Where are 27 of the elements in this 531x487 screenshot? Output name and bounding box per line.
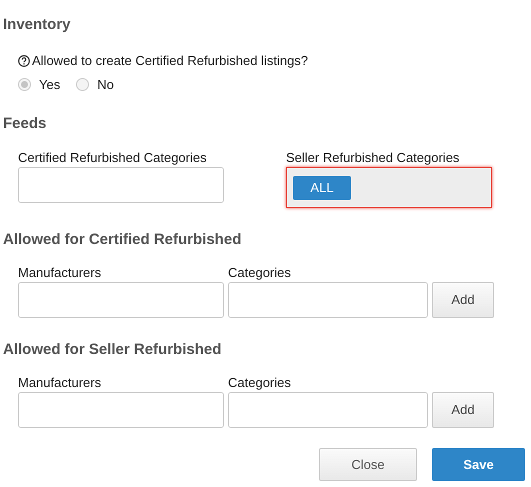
input-field[interactable] [228,392,428,428]
field-label: Manufacturers [18,265,102,281]
field-label: Categories [228,375,291,391]
question-text: Allowed to create Certified Refurbished listings? [32,52,308,70]
section-heading: Feeds [3,114,48,134]
input-field[interactable] [228,282,428,318]
tag-chip[interactable]: ALL [293,176,351,200]
input-field[interactable] [18,282,224,318]
save-button[interactable]: Save [432,448,525,481]
field-label: Categories [228,265,291,281]
close-button[interactable]: Close [319,448,417,481]
section-heading: Allowed for Seller Refurbished [3,340,222,360]
section-heading: Allowed for Certified Refurbished [3,230,242,250]
radio-label: No [97,76,114,94]
field-label: Seller Refurbished Categories [286,150,460,166]
field-label: Certified Refurbished Categories [18,150,207,166]
field-label: Manufacturers [18,375,102,391]
add-button[interactable]: Add [432,282,494,318]
tag-field[interactable]: ALL [286,167,492,208]
help-icon[interactable] [18,54,30,67]
radio-button[interactable] [76,78,90,91]
section-heading: Inventory [3,15,71,35]
add-button[interactable]: Add [432,392,494,428]
input-field[interactable] [18,392,224,428]
radio-button[interactable] [18,78,31,91]
tag-field[interactable] [18,167,224,203]
radio-label: Yes [39,76,60,94]
